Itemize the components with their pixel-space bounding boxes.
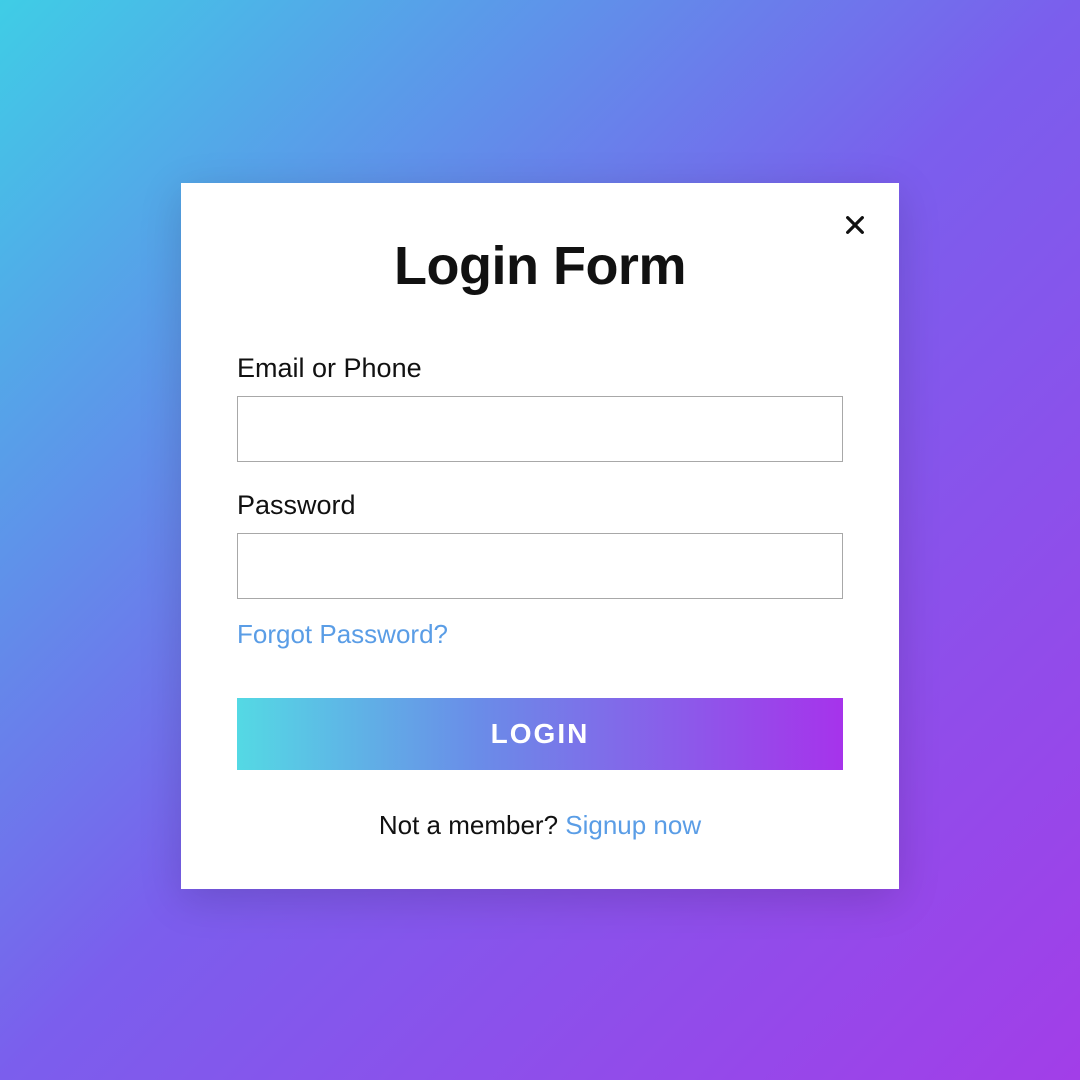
forgot-password-link[interactable]: Forgot Password? <box>237 619 448 650</box>
email-input[interactable] <box>237 396 843 462</box>
email-label: Email or Phone <box>237 353 843 384</box>
signup-link[interactable]: Signup now <box>565 810 701 840</box>
login-button[interactable]: LOGIN <box>237 698 843 770</box>
not-member-text: Not a member? <box>379 810 565 840</box>
footer-text: Not a member? Signup now <box>237 810 843 841</box>
close-icon[interactable] <box>841 211 869 239</box>
password-label: Password <box>237 490 843 521</box>
email-field-group: Email or Phone <box>237 353 843 462</box>
password-input[interactable] <box>237 533 843 599</box>
login-card: Login Form Email or Phone Password Forgo… <box>181 183 899 889</box>
form-title: Login Form <box>237 235 843 297</box>
password-field-group: Password <box>237 490 843 599</box>
